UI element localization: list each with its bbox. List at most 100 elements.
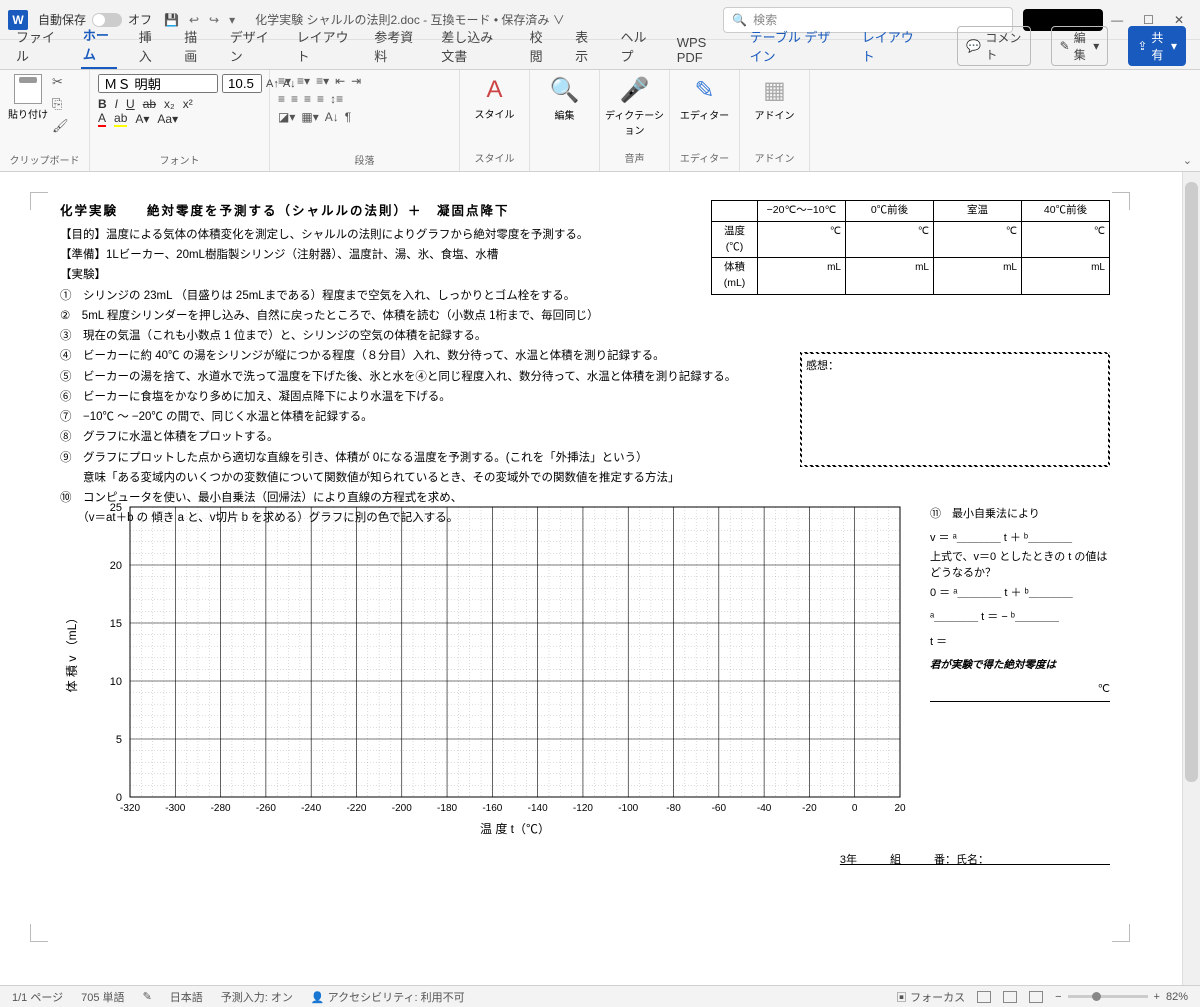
share-button[interactable]: ⇪ 共有 ▾ (1128, 26, 1186, 66)
align-left-button[interactable]: ≡ (278, 92, 285, 106)
text-effects-button[interactable]: A▾ (135, 112, 149, 126)
toggle-icon[interactable] (92, 13, 122, 27)
tab-help[interactable]: ヘルプ (619, 23, 655, 69)
accessibility-indicator[interactable]: 👤 アクセシビリティ: 利用不可 (311, 989, 465, 1005)
ribbon-tabs: ファイル ホーム 挿入 描画 デザイン レイアウト 参考資料 差し込み文書 校閲… (0, 40, 1200, 70)
borders-button[interactable]: ▦▾ (301, 110, 318, 124)
mic-icon[interactable]: 🎤 (620, 76, 650, 105)
tab-layout[interactable]: レイアウト (295, 23, 353, 69)
addin-icon[interactable]: ▦ (763, 76, 786, 105)
svg-text:-80: -80 (666, 803, 681, 814)
maximize-button[interactable]: ☐ (1143, 13, 1154, 27)
group-addins: ▦ アドイン アドイン (740, 70, 810, 171)
tab-insert[interactable]: 挿入 (137, 23, 162, 69)
tab-wps-pdf[interactable]: WPS PDF (675, 31, 728, 69)
decrease-indent-button[interactable]: ⇤ (335, 74, 345, 88)
bold-button[interactable]: B (98, 97, 107, 111)
tab-home[interactable]: ホーム (81, 21, 117, 69)
line-spacing-button[interactable]: ↕≡ (330, 92, 343, 106)
collapse-ribbon-icon[interactable]: ⌄ (1183, 154, 1192, 167)
justify-button[interactable]: ≡ (317, 92, 324, 106)
close-button[interactable]: ✕ (1174, 13, 1184, 27)
svg-text:-260: -260 (256, 803, 276, 814)
group-styles: A スタイル スタイル (460, 70, 530, 171)
svg-text:-40: -40 (757, 803, 772, 814)
multilevel-button[interactable]: ≡▾ (316, 74, 329, 88)
svg-text:10: 10 (110, 676, 122, 688)
svg-text:体 積 v （mL）: 体 積 v （mL） (64, 612, 79, 693)
styles-icon[interactable]: A (486, 76, 502, 104)
strike-button[interactable]: ab (143, 97, 156, 111)
save-icon[interactable]: 💾 (164, 13, 179, 27)
tab-view[interactable]: 表示 (573, 23, 598, 69)
tab-mailings[interactable]: 差し込み文書 (439, 23, 507, 69)
underline-button[interactable]: U (126, 97, 135, 111)
copy-icon[interactable]: ⎘ (52, 96, 69, 112)
ime-indicator[interactable]: 予測入力: オン (221, 989, 293, 1005)
vertical-scrollbar[interactable] (1182, 172, 1200, 985)
svg-text:-120: -120 (573, 803, 593, 814)
svg-text:-280: -280 (211, 803, 231, 814)
page-indicator[interactable]: 1/1 ページ (12, 989, 63, 1005)
svg-text:-180: -180 (437, 803, 457, 814)
font-name-select[interactable] (98, 74, 218, 93)
superscript-button[interactable]: x² (183, 97, 193, 111)
web-layout-icon[interactable] (1029, 991, 1043, 1003)
data-table[interactable]: −20℃～−10℃ 0℃前後 室温 40℃前後 温度(℃) ℃℃ ℃℃ 体積(m… (711, 200, 1110, 295)
format-painter-icon[interactable]: 🖌 (52, 118, 69, 134)
tab-file[interactable]: ファイル (14, 23, 61, 69)
svg-text:温 度 t（℃）: 温 度 t（℃） (480, 821, 550, 836)
tab-review[interactable]: 校閲 (528, 23, 553, 69)
tab-table-layout[interactable]: レイアウト (860, 23, 918, 69)
comments-button[interactable]: 💬 コメント (957, 26, 1030, 66)
language-indicator[interactable]: 日本語 (170, 989, 203, 1005)
spellcheck-icon[interactable]: ✎ (143, 990, 152, 1003)
signature-line: 3年 組 番：氏名：＿＿＿＿＿＿＿＿＿＿＿ (840, 852, 1110, 869)
font-color-button[interactable]: A (98, 111, 106, 127)
svg-text:20: 20 (894, 803, 906, 814)
print-layout-icon[interactable] (1003, 991, 1017, 1003)
svg-text:-320: -320 (120, 803, 140, 814)
tab-design[interactable]: デザイン (228, 23, 275, 69)
italic-button[interactable]: I (115, 97, 118, 111)
font-size-select[interactable] (222, 74, 262, 93)
change-case-button[interactable]: Aa▾ (157, 112, 178, 126)
redo-icon[interactable]: ↪ (209, 13, 219, 27)
highlight-button[interactable]: ab (114, 111, 127, 127)
align-center-button[interactable]: ≡ (291, 92, 298, 106)
svg-text:-140: -140 (528, 803, 548, 814)
show-marks-button[interactable]: ¶ (345, 110, 351, 124)
sort-button[interactable]: A↓ (325, 110, 339, 124)
thoughts-box[interactable]: 感想： (800, 352, 1110, 467)
paste-button[interactable]: 貼り付け (8, 74, 48, 134)
find-icon[interactable]: 🔍 (550, 76, 580, 105)
group-editor: ✎ エディター エディター (670, 70, 740, 171)
svg-text:-20: -20 (802, 803, 817, 814)
svg-text:-300: -300 (165, 803, 185, 814)
tab-draw[interactable]: 描画 (182, 23, 207, 69)
tab-references[interactable]: 参考資料 (372, 23, 419, 69)
minimize-button[interactable]: — (1111, 13, 1123, 27)
editing-mode-button[interactable]: ✎ 編集 ▾ (1051, 26, 1109, 66)
editor-icon[interactable]: ✎ (694, 76, 714, 105)
chart-side-calc: ⑪ 最小自乗法により v ＝ ᵃ＿＿＿＿ t ＋ ᵇ＿＿＿＿ 上式で、v＝0 と… (930, 502, 1110, 702)
ribbon: 貼り付け ✂ ⎘ 🖌 クリップボード A↑ A↓ B I U ab x₂ x² … (0, 70, 1200, 172)
zoom-control[interactable]: −+ 82% (1055, 991, 1188, 1003)
svg-text:25: 25 (110, 502, 122, 514)
align-right-button[interactable]: ≡ (304, 92, 311, 106)
zoom-slider[interactable] (1068, 995, 1148, 998)
word-count[interactable]: 705 単語 (81, 989, 124, 1005)
increase-indent-button[interactable]: ⇥ (351, 74, 361, 88)
focus-mode[interactable]: ▣ フォーカス (896, 989, 965, 1005)
group-editing: 🔍 編集 (530, 70, 600, 171)
read-mode-icon[interactable] (977, 991, 991, 1003)
svg-text:-60: -60 (712, 803, 727, 814)
svg-text:-240: -240 (301, 803, 321, 814)
subscript-button[interactable]: x₂ (164, 97, 175, 111)
tab-table-design[interactable]: テーブル デザイン (748, 23, 840, 69)
shading-button[interactable]: ◪▾ (278, 110, 295, 124)
cut-icon[interactable]: ✂ (52, 74, 69, 90)
document-area[interactable]: 化学実験 絶対零度を予測する（シャルルの法則）＋ 凝固点降下 【目的】温度による… (0, 172, 1182, 985)
numbering-button[interactable]: ≡▾ (297, 74, 310, 88)
bullets-button[interactable]: ≡▾ (278, 74, 291, 88)
